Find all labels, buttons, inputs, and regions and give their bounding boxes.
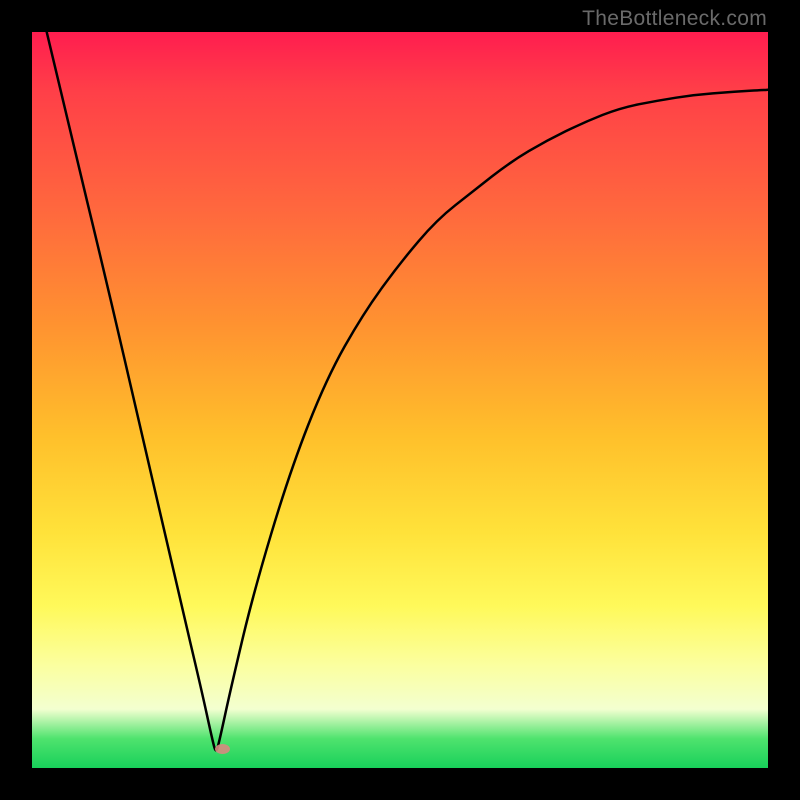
curve-svg (32, 32, 768, 768)
bottleneck-curve-path (47, 32, 768, 750)
plot-area (32, 32, 768, 768)
trough-marker (215, 744, 230, 754)
chart-root: TheBottleneck.com (0, 0, 800, 800)
watermark-text: TheBottleneck.com (582, 7, 767, 31)
